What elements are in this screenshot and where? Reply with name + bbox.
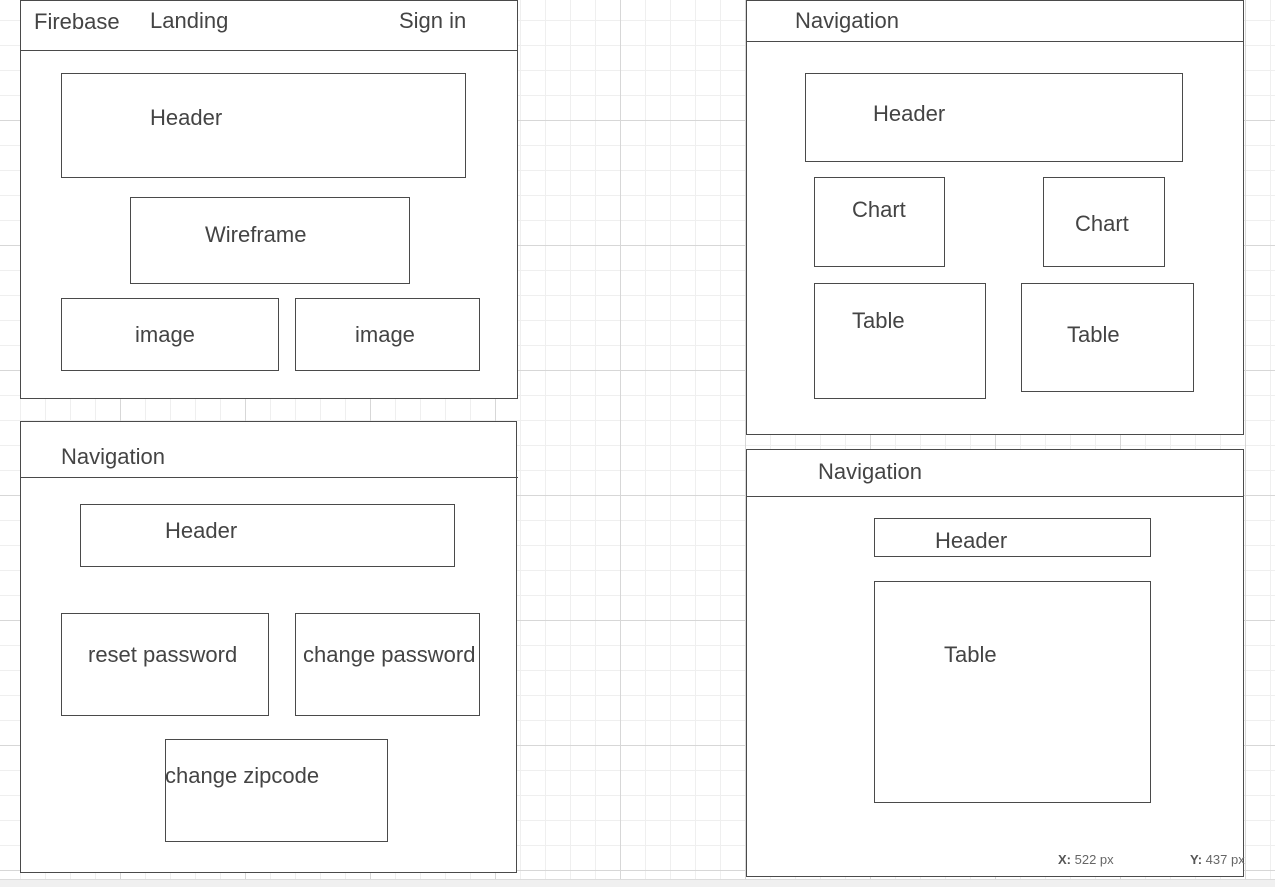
- dashboard-navigation-label: Navigation: [795, 8, 899, 33]
- change-zipcode-label: change zipcode: [165, 763, 320, 788]
- table-page-header-box[interactable]: [874, 518, 1151, 557]
- reset-password-label: reset password: [88, 642, 238, 667]
- dashboard-header-box[interactable]: [805, 73, 1183, 162]
- sign-in-label: Sign in: [399, 8, 467, 33]
- coordinate-x-readout: X: 522 px: [1058, 852, 1114, 867]
- landing-header-box[interactable]: [61, 73, 466, 178]
- dashboard-nav-divider: [746, 41, 1244, 42]
- coordinate-y-label: Y:: [1190, 852, 1203, 867]
- table-page-table-box[interactable]: [874, 581, 1151, 803]
- table-label-right: Table: [1067, 322, 1120, 347]
- coordinate-x-label: X:: [1058, 852, 1071, 867]
- chart-label-left: Chart: [852, 197, 906, 222]
- account-navigation-label: Navigation: [61, 444, 165, 469]
- table-page-navigation-label: Navigation: [818, 459, 922, 484]
- canvas-bottom-strip: [0, 879, 1275, 887]
- table-page-table-label: Table: [944, 642, 997, 667]
- chart-label-right: Chart: [1075, 211, 1129, 236]
- table-page-nav-divider: [746, 496, 1244, 497]
- landing-header-label: Header: [150, 105, 223, 130]
- landing-nav-divider: [20, 50, 518, 51]
- table-label-left: Table: [852, 308, 905, 333]
- image-label-left: image: [135, 322, 195, 347]
- account-header-box[interactable]: [80, 504, 455, 567]
- change-password-label: change password: [303, 642, 476, 667]
- coordinate-y-readout: Y: 437 px: [1190, 852, 1245, 867]
- account-nav-divider: [20, 477, 518, 478]
- table-box-left[interactable]: [814, 283, 986, 399]
- coordinate-y-value: 437 px: [1205, 852, 1245, 867]
- wireframe-label: Wireframe: [205, 222, 307, 247]
- brand-label: Firebase: [34, 9, 120, 34]
- dashboard-header-label: Header: [873, 101, 946, 126]
- coordinate-x-value: 522 px: [1074, 852, 1114, 867]
- change-zipcode-box[interactable]: [165, 739, 388, 842]
- table-page-header-label: Header: [935, 528, 1008, 553]
- account-header-label: Header: [165, 518, 238, 543]
- image-label-right: image: [355, 322, 415, 347]
- landing-link-label: Landing: [150, 8, 229, 33]
